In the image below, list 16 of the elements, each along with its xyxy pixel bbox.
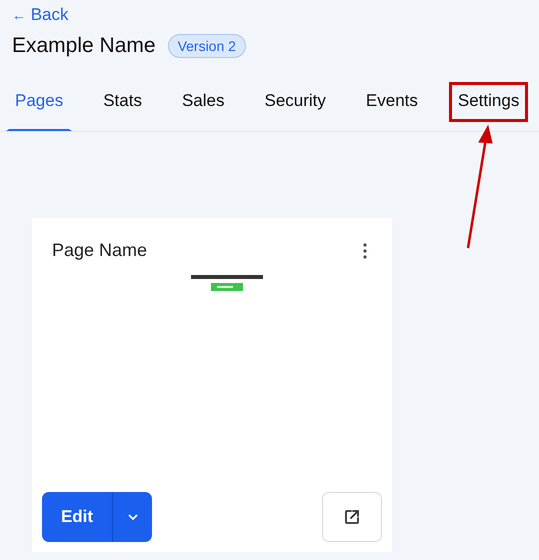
tab[interactable]: Sales [172, 72, 234, 131]
chevron-down-icon [126, 512, 140, 522]
open-external-button[interactable] [322, 492, 382, 542]
dropdown-button[interactable] [112, 492, 152, 542]
tab[interactable]: Pages [6, 72, 72, 131]
more-icon[interactable] [362, 242, 368, 260]
tab[interactable]: Events [356, 72, 427, 131]
external-link-icon [342, 507, 362, 527]
tab[interactable]: Settings [448, 82, 528, 122]
page-name: Page Name [52, 240, 148, 261]
edit-button[interactable]: Edit [42, 492, 112, 542]
page-title: Example Name [12, 34, 156, 58]
tab[interactable]: Stats [94, 72, 151, 131]
version-badge: Version 2 [168, 34, 246, 58]
back-link[interactable]: ← Back [12, 4, 69, 26]
tab[interactable]: Security [255, 72, 335, 131]
